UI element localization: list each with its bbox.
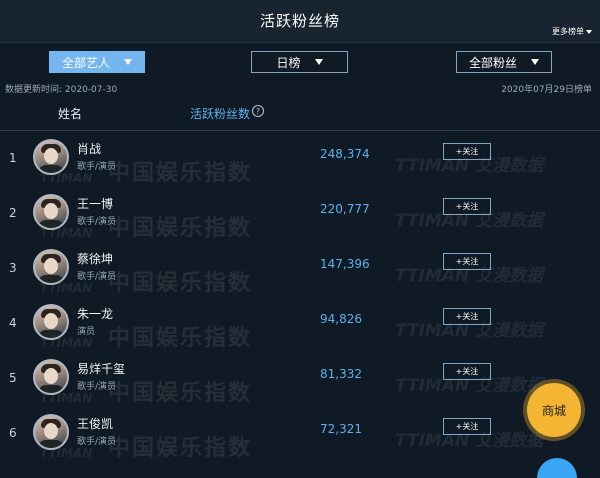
- artist-filter-label: 全部艺人: [61, 55, 110, 70]
- follow-button[interactable]: +关注: [443, 253, 491, 270]
- watermark: 中国娱乐指数: [108, 271, 253, 296]
- fans-filter-label: 全部粉丝: [468, 55, 517, 70]
- table-row[interactable]: TTIMAN 中国娱乐指数 TTIMAN 艾漫数据 5 易烊千玺 歌手/演员 8…: [0, 351, 600, 406]
- artist-role: 演员: [77, 327, 96, 337]
- watermark: 中国娱乐指数: [108, 161, 253, 186]
- table-row[interactable]: TTIMAN 中国娱乐指数 TTIMAN 艾漫数据 1 肖战 歌手/演员 248…: [0, 131, 600, 186]
- avatar-icon[interactable]: [33, 304, 69, 340]
- watermark: 中国娱乐指数: [108, 381, 253, 406]
- table-row[interactable]: TTIMAN 中国娱乐指数 TTIMAN 艾漫数据 2 王一博 歌手/演员 22…: [0, 186, 600, 241]
- table-row[interactable]: TTIMAN 中国娱乐指数 TTIMAN 艾漫数据 3 蔡徐坤 歌手/演员 14…: [0, 241, 600, 296]
- follow-button[interactable]: +关注: [443, 418, 491, 435]
- artist-role: 歌手/演员: [77, 217, 117, 227]
- column-header-fans: 活跃粉丝数?: [190, 105, 265, 122]
- fans-count: 220,777: [320, 202, 370, 216]
- artist-name[interactable]: 易烊千玺: [77, 360, 125, 377]
- caret-down-icon: [586, 29, 592, 34]
- avatar-icon[interactable]: [33, 194, 69, 230]
- artist-role: 歌手/演员: [77, 437, 117, 447]
- avatar-icon[interactable]: [33, 139, 69, 175]
- rank-number: 3: [9, 261, 17, 275]
- rank-number: 1: [9, 151, 17, 165]
- fans-filter-dropdown[interactable]: 全部粉丝: [456, 51, 552, 73]
- artist-role: 歌手/演员: [77, 382, 117, 392]
- avatar-icon[interactable]: [33, 249, 69, 285]
- caret-down-icon: [531, 59, 539, 65]
- avatar-icon[interactable]: [33, 359, 69, 395]
- artist-name[interactable]: 朱一龙: [77, 305, 113, 322]
- fans-count: 147,396: [320, 257, 370, 271]
- table-row[interactable]: TTIMAN 中国娱乐指数 TTIMAN 艾漫数据 4 朱一龙 演员 94,82…: [0, 296, 600, 351]
- artist-name[interactable]: 王俊凯: [77, 415, 113, 432]
- follow-button[interactable]: +关注: [443, 143, 491, 160]
- artist-filter-dropdown[interactable]: 全部艺人: [49, 51, 145, 73]
- artist-name[interactable]: 王一博: [77, 195, 113, 212]
- rank-number: 4: [9, 316, 17, 330]
- fans-count: 248,374: [320, 147, 370, 161]
- question-circle-icon[interactable]: ?: [252, 105, 265, 117]
- shop-button[interactable]: 商城: [527, 383, 581, 437]
- floating-action-button[interactable]: [537, 458, 577, 478]
- watermark: 中国娱乐指数: [108, 326, 253, 351]
- artist-role: 歌手/演员: [77, 272, 117, 282]
- rank-number: 6: [9, 426, 17, 440]
- watermark: 中国娱乐指数: [108, 436, 253, 461]
- follow-button[interactable]: +关注: [443, 363, 491, 380]
- more-boards-label: 更多榜单: [552, 27, 584, 36]
- top-bar: 活跃粉丝榜 更多榜单: [0, 0, 600, 43]
- rank-number: 5: [9, 371, 17, 385]
- artist-role: 歌手/演员: [77, 162, 117, 172]
- artist-name[interactable]: 肖战: [77, 140, 101, 157]
- caret-down-icon: [124, 59, 132, 65]
- avatar-icon[interactable]: [33, 414, 69, 450]
- table-row[interactable]: TTIMAN 中国娱乐指数 TTIMAN 艾漫数据 6 王俊凯 歌手/演员 72…: [0, 406, 600, 461]
- more-boards-link[interactable]: 更多榜单: [552, 26, 592, 37]
- column-header-fans-label: 活跃粉丝数: [190, 107, 251, 121]
- artist-name[interactable]: 蔡徐坤: [77, 250, 113, 267]
- fans-count: 81,332: [320, 367, 362, 381]
- column-header-name: 姓名: [58, 107, 83, 121]
- board-date: 2020年07月29日榜单: [501, 85, 592, 95]
- follow-button[interactable]: +关注: [443, 198, 491, 215]
- fans-count: 72,321: [320, 422, 362, 436]
- watermark: 中国娱乐指数: [108, 216, 253, 241]
- period-filter-label: 日榜: [276, 55, 301, 70]
- rank-number: 2: [9, 206, 17, 220]
- update-time: 数据更新时间: 2020-07-30: [5, 85, 118, 95]
- period-filter-dropdown[interactable]: 日榜: [251, 51, 348, 73]
- page-title: 活跃粉丝榜: [259, 12, 340, 30]
- caret-down-icon: [314, 59, 323, 65]
- fans-count: 94,826: [320, 312, 362, 326]
- follow-button[interactable]: +关注: [443, 308, 491, 325]
